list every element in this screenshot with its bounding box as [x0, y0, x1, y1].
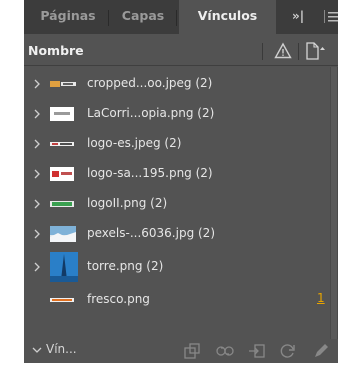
- name-column-label[interactable]: Nombre: [28, 43, 84, 58]
- panel-menu-icon[interactable]: [324, 9, 338, 25]
- chevron-down-icon[interactable]: [32, 345, 42, 355]
- thumb-lacorri-icon: [50, 107, 74, 121]
- link-name: torre.png (2): [87, 259, 164, 273]
- list-item[interactable]: torre.png (2): [24, 249, 332, 285]
- header-separator: [262, 43, 263, 60]
- link-name: logo-es.jpeg (2): [87, 136, 182, 150]
- links-list: cropped...oo.jpeg (2) LaCorri...opia.png…: [24, 67, 332, 339]
- edit-original-icon[interactable]: [311, 341, 331, 361]
- thumb-torre-icon: [50, 252, 78, 282]
- header-separator: [298, 43, 299, 60]
- link-name: LaCorri...opia.png (2): [87, 106, 215, 120]
- list-item[interactable]: cropped...oo.jpeg (2): [24, 69, 332, 99]
- update-link-icon[interactable]: [278, 341, 298, 361]
- chevron-right-icon[interactable]: [32, 168, 42, 180]
- list-item[interactable]: pexels-...6036.jpg (2): [24, 219, 332, 249]
- chevron-right-icon[interactable]: [32, 138, 42, 150]
- link-name: pexels-...6036.jpg (2): [87, 226, 215, 240]
- thumb-logoII-icon: [50, 201, 74, 207]
- link-name: cropped...oo.jpeg (2): [87, 76, 213, 90]
- list-item[interactable]: logo-es.jpeg (2): [24, 129, 332, 159]
- tab-vinculos[interactable]: Vínculos: [179, 0, 276, 36]
- relink-icon[interactable]: [215, 341, 235, 361]
- thumb-pexels-icon: [50, 226, 76, 242]
- list-item[interactable]: logoII.png (2): [24, 189, 332, 219]
- tab-capas[interactable]: Capas: [111, 0, 175, 34]
- chevron-right-icon[interactable]: [32, 78, 42, 90]
- tab-separator: [176, 10, 177, 26]
- link-name: fresco.png: [87, 292, 150, 306]
- warning-icon[interactable]: [274, 42, 292, 60]
- chevron-right-icon[interactable]: [32, 108, 42, 120]
- scrollbar-thumb[interactable]: [331, 67, 337, 339]
- panel-tab-bar: Páginas Capas Vínculos »|: [24, 0, 338, 36]
- list-item[interactable]: logo-sa...195.png (2): [24, 159, 332, 189]
- link-info-toggle[interactable]: Vín...: [46, 342, 77, 356]
- link-name: logoII.png (2): [87, 196, 168, 210]
- thumb-cropped-icon: [50, 81, 76, 87]
- chevron-right-icon[interactable]: [32, 261, 42, 273]
- tab-paginas[interactable]: Páginas: [29, 0, 107, 34]
- links-panel: Páginas Capas Vínculos »| Nombre cropped…: [24, 0, 338, 363]
- chevron-right-icon[interactable]: [32, 198, 42, 210]
- links-column-header: Nombre: [24, 36, 338, 66]
- chevron-right-icon[interactable]: [32, 228, 42, 240]
- panel-footer: Vín...: [24, 339, 338, 363]
- relink-from-folder-icon[interactable]: [182, 341, 202, 361]
- list-item[interactable]: fresco.png 1: [24, 285, 332, 315]
- page-sort-icon[interactable]: [305, 41, 327, 61]
- link-name: logo-sa...195.png (2): [87, 166, 213, 180]
- list-scrollbar[interactable]: [330, 67, 338, 339]
- list-item[interactable]: LaCorri...opia.png (2): [24, 99, 332, 129]
- go-to-link-icon[interactable]: [247, 341, 267, 361]
- more-panels-button[interactable]: »|: [292, 0, 304, 34]
- thumb-logo-es-icon: [50, 142, 74, 146]
- page-number-link[interactable]: 1: [317, 291, 325, 305]
- thumb-fresco-icon: [50, 298, 74, 302]
- thumb-logo-sa-icon: [50, 167, 74, 181]
- tab-separator: [108, 10, 109, 26]
